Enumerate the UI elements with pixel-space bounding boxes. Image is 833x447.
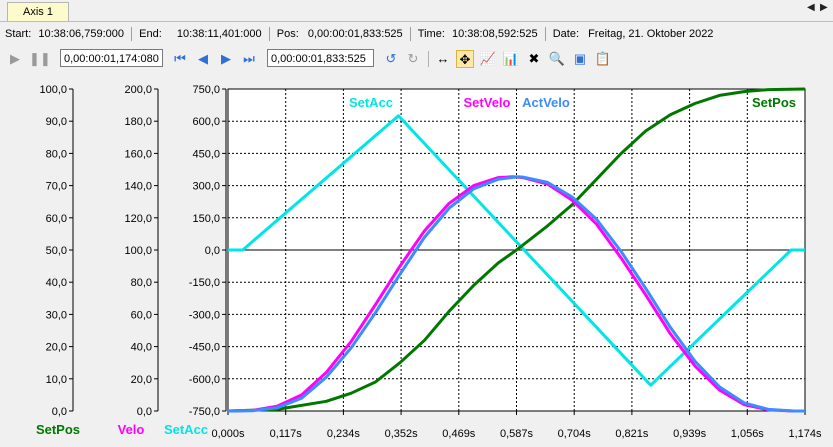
skip-to-end-icon[interactable]: ⏭	[240, 50, 258, 68]
skip-to-start-icon[interactable]: ⏮	[171, 50, 189, 68]
tab-axis-1[interactable]: Axis 1	[7, 2, 69, 21]
end-label: End:	[139, 28, 162, 40]
x-tick-label: 0,704s	[558, 428, 592, 440]
x-tick-label: 1,056s	[731, 428, 765, 440]
divider	[409, 27, 411, 42]
x-tick-label: 0,821s	[615, 428, 649, 440]
y-tick-label-setpos: 20,0	[46, 342, 67, 354]
y-tick-label-velo: 160,0	[124, 148, 152, 160]
setpos-axis-title: SetPos	[36, 422, 80, 437]
step-back-icon[interactable]: ◀	[194, 50, 212, 68]
pause-icon[interactable]: ❚❚	[29, 50, 51, 68]
toolbar-divider	[428, 51, 429, 67]
y-tick-label-setpos: 10,0	[46, 374, 67, 386]
x-tick-label: 0,469s	[442, 428, 476, 440]
x-tick-label: 0,000s	[211, 428, 245, 440]
setacc-axis-title: SetAcc	[164, 422, 208, 437]
y-tick-label-velo: 100,0	[124, 245, 152, 257]
y-tick-label-setacc: -450,0	[189, 342, 220, 354]
divider	[544, 27, 546, 42]
tab-scroll-left-icon[interactable]: ◀	[807, 2, 815, 13]
y-tick-label-setacc: 450,0	[192, 148, 220, 160]
position-input[interactable]: 0,00:00:01,833:525	[267, 49, 374, 67]
date-value: Freitag, 21. Oktober 2022	[588, 28, 714, 40]
y-tick-label-setpos: 30,0	[46, 309, 67, 321]
pan-all-icon[interactable]: ✥	[456, 50, 474, 68]
chart[interactable]: 0,000s 0,117s 0,234s 0,352s 0,469s 0,587s 0,70…	[0, 75, 833, 447]
export-icon[interactable]: 📋	[594, 50, 612, 68]
fit-view-icon[interactable]: ▣	[571, 50, 589, 68]
start-value: 10:38:06,759:000	[38, 28, 124, 40]
pan-horizontal-icon[interactable]: ↔	[434, 50, 452, 68]
zoom-max-icon[interactable]: 🔍	[548, 50, 566, 68]
x-tick-label: 0,234s	[327, 428, 361, 440]
pos-label: Pos:	[276, 28, 299, 40]
pos-value: 0,00:00:01,833:525	[307, 28, 403, 40]
play-icon[interactable]: ▶	[6, 50, 24, 68]
y-tick-label-velo: 80,0	[131, 277, 152, 289]
y-tick-label-setpos: 80,0	[46, 148, 67, 160]
y-tick-label-setpos: 60,0	[46, 213, 67, 225]
time-value: 10:38:08,592:525	[451, 28, 538, 40]
toolbar: ▶ ❚❚ 0,00:00:01,174:080 ⏮ ◀ ▶ ⏭ 0,00:00:…	[0, 47, 833, 73]
y-tick-label-setacc: 600,0	[192, 116, 220, 128]
axis-titles: SetPos Velo SetAcc	[36, 422, 208, 437]
setvelo-label: SetVelo	[464, 95, 511, 110]
divider	[268, 27, 270, 42]
y-tick-label-setacc: 0,0	[205, 245, 220, 257]
zoom-region-icon[interactable]: 📊	[502, 50, 520, 68]
y-tick-label-velo: 60,0	[131, 309, 152, 321]
y-tick-label-setacc: 750,0	[192, 84, 220, 96]
y-tick-label-setacc: -750,0	[189, 406, 220, 418]
step-forward-icon[interactable]: ▶	[217, 50, 235, 68]
y-tick-label-setacc: 150,0	[192, 213, 220, 225]
x-tick-label: 0,117s	[270, 428, 303, 440]
y-tick-label-setpos: 40,0	[46, 277, 67, 289]
y-tick-label-velo: 140,0	[124, 181, 152, 193]
y-tick-label-setpos: 50,0	[46, 245, 67, 257]
y-tick-label-velo: 20,0	[131, 374, 152, 386]
range-input[interactable]: 0,00:00:01,174:080	[60, 49, 163, 67]
end-value: 10:38:11,401:000	[176, 28, 262, 40]
info-bar: Start: 10:38:06,759:000 End: 10:38:11,40…	[0, 23, 833, 45]
y-tick-label-setacc: -600,0	[189, 374, 220, 386]
x-tick-label: 0,939s	[673, 428, 707, 440]
y-tick-label-setpos: 100,0	[39, 84, 67, 96]
y-tick-label-setacc: -300,0	[189, 309, 220, 321]
y-tick-label-setpos: 70,0	[46, 181, 67, 193]
y-tick-label-setpos: 0,0	[52, 406, 67, 418]
y-tick-label-velo: 40,0	[131, 342, 152, 354]
cursor-off-icon[interactable]: ✖	[525, 50, 543, 68]
tab-scroll-right-icon[interactable]: ▶	[820, 2, 828, 13]
x-tick-label: 1,174s	[788, 428, 822, 440]
setpos-label: SetPos	[752, 95, 796, 110]
redo-icon[interactable]: ↻	[404, 50, 422, 68]
y-tick-label-velo: 180,0	[124, 116, 152, 128]
velo-axis-title: Velo	[118, 422, 145, 437]
undo-icon[interactable]: ↺	[382, 50, 400, 68]
y-tick-label-velo: 120,0	[124, 213, 152, 225]
actvelo-label: ActVelo	[522, 95, 570, 110]
y-tick-label-velo: 0,0	[137, 406, 152, 418]
time-label: Time:	[417, 28, 445, 40]
tab-bar: Axis 1 ◀ ▶	[0, 0, 833, 22]
y-tick-label-setacc: 300,0	[192, 181, 220, 193]
x-tick-label: 0,352s	[385, 428, 419, 440]
start-label: Start:	[5, 28, 32, 40]
y-tick-label-setacc: -150,0	[189, 277, 220, 289]
divider	[131, 27, 133, 42]
x-tick-label: 0,587s	[500, 428, 534, 440]
date-label: Date:	[552, 28, 580, 40]
y-tick-label-velo: 200,0	[124, 84, 152, 96]
zoom-y-axis-icon[interactable]: 📈	[479, 50, 497, 68]
setacc-label: SetAcc	[349, 95, 393, 110]
y-tick-label-setpos: 90,0	[46, 116, 67, 128]
